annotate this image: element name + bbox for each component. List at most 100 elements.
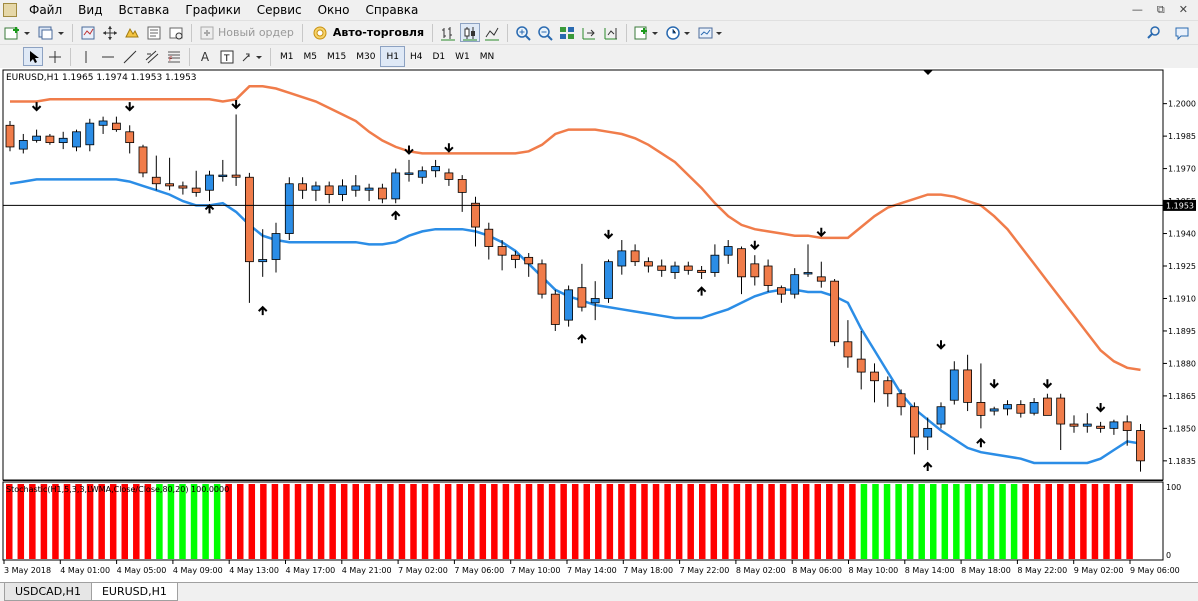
new-chart-button[interactable] bbox=[1, 23, 33, 42]
timeframe-d1-button[interactable]: D1 bbox=[427, 47, 450, 66]
stochastic-bar bbox=[814, 484, 821, 559]
menu-help[interactable]: Справка bbox=[358, 0, 427, 20]
search-icon[interactable] bbox=[1146, 25, 1162, 41]
crosshair-icon[interactable] bbox=[45, 47, 65, 66]
candle-body bbox=[590, 298, 600, 304]
timeframe-h4-button[interactable]: H4 bbox=[405, 47, 428, 66]
stochastic-bar bbox=[444, 484, 452, 559]
candle-body bbox=[1082, 423, 1092, 427]
autoscroll-icon[interactable] bbox=[579, 23, 599, 42]
toolbar-separator bbox=[270, 47, 271, 66]
current-price-text: 1.1953 bbox=[1166, 201, 1194, 210]
candle-body bbox=[803, 272, 813, 275]
candle-body bbox=[364, 187, 374, 191]
indicators-icon[interactable] bbox=[632, 23, 662, 42]
tab-usdcad[interactable]: USDCAD,H1 bbox=[4, 583, 92, 601]
text-icon[interactable]: A bbox=[195, 47, 215, 66]
timeframe-w1-button[interactable]: W1 bbox=[450, 47, 475, 66]
candle-body bbox=[85, 122, 95, 146]
line-studies-toolbar: F A T M1 M5 M15 M30 H1 H4 D1 W1 MN bbox=[0, 44, 1198, 68]
stochastic-bar bbox=[352, 484, 359, 559]
candle-body bbox=[45, 135, 55, 144]
tile-windows-icon[interactable] bbox=[557, 23, 577, 42]
channel-icon[interactable] bbox=[142, 47, 162, 66]
fibonacci-icon[interactable]: F bbox=[164, 47, 184, 66]
chart-window[interactable]: 1.20001.19851.19701.19551.19401.19251.19… bbox=[0, 68, 1198, 582]
stochastic-bar bbox=[317, 484, 325, 559]
candle-body bbox=[377, 187, 387, 200]
candlestick-chart-icon[interactable] bbox=[460, 23, 481, 42]
trendline-icon[interactable] bbox=[120, 47, 140, 66]
candle-body bbox=[537, 263, 547, 295]
navigator-icon[interactable] bbox=[122, 23, 142, 42]
candle-body bbox=[830, 280, 839, 343]
line-chart-icon[interactable] bbox=[482, 23, 502, 42]
arrows-icon[interactable] bbox=[239, 47, 265, 66]
timeframe-h1-button[interactable]: H1 bbox=[380, 46, 405, 67]
restore-icon[interactable]: ⧉ bbox=[1157, 3, 1165, 17]
timeframe-m5-button[interactable]: M5 bbox=[299, 47, 323, 66]
toolbar-grip bbox=[1, 47, 21, 66]
chart-shift-icon[interactable] bbox=[601, 23, 621, 42]
stochastic-bar bbox=[75, 484, 82, 559]
price-chart[interactable]: 1.20001.19851.19701.19551.19401.19251.19… bbox=[0, 68, 1198, 582]
stochastic-bar bbox=[606, 484, 614, 559]
cursor-icon[interactable] bbox=[23, 47, 43, 66]
stochastic-bar bbox=[167, 484, 175, 559]
text-label-icon[interactable]: T bbox=[217, 47, 237, 66]
toolbar-separator bbox=[507, 23, 509, 42]
timeframe-m15-button[interactable]: M15 bbox=[322, 47, 351, 66]
stochastic-bar bbox=[1114, 484, 1122, 559]
close-icon[interactable]: ✕ bbox=[1179, 3, 1188, 17]
zoom-out-icon[interactable] bbox=[535, 23, 555, 42]
horizontal-line-icon[interactable] bbox=[98, 47, 118, 66]
timeframe-m30-button[interactable]: M30 bbox=[351, 47, 380, 66]
candle-body bbox=[138, 146, 148, 174]
tab-eurusd[interactable]: EURUSD,H1 bbox=[90, 583, 178, 601]
strategy-tester-icon[interactable] bbox=[166, 23, 186, 42]
candle-body bbox=[790, 274, 800, 295]
profiles-button[interactable] bbox=[35, 23, 67, 42]
menu-window[interactable]: Окно bbox=[310, 0, 358, 20]
market-watch-icon[interactable] bbox=[78, 23, 98, 42]
stochastic-bar bbox=[190, 484, 198, 559]
stochastic-bar bbox=[17, 484, 25, 559]
timeframe-m1-button[interactable]: M1 bbox=[275, 47, 299, 66]
menu-insert[interactable]: Вставка bbox=[110, 0, 177, 20]
stochastic-bar bbox=[560, 484, 567, 559]
vertical-line-icon[interactable] bbox=[76, 47, 96, 66]
crosshair-move-icon[interactable] bbox=[100, 23, 120, 42]
candle-body bbox=[1029, 401, 1039, 414]
candle-body bbox=[657, 265, 667, 271]
indicator-tick-100: 100 bbox=[1166, 483, 1181, 492]
terminal-icon[interactable] bbox=[144, 23, 164, 42]
stochastic-bar bbox=[306, 484, 313, 559]
autotrading-button[interactable]: Авто-торговля bbox=[307, 23, 428, 42]
candle-body bbox=[32, 135, 41, 141]
stochastic-bar bbox=[456, 484, 463, 559]
menu-view[interactable]: Вид bbox=[70, 0, 110, 20]
periods-icon[interactable] bbox=[664, 23, 694, 42]
stochastic-bar bbox=[86, 484, 94, 559]
time-tick-label: 8 May 02:00 bbox=[736, 566, 786, 575]
new-order-button[interactable]: Новый ордер bbox=[196, 23, 298, 42]
templates-icon[interactable] bbox=[696, 23, 726, 42]
timeframe-mn-button[interactable]: MN bbox=[475, 47, 500, 66]
stochastic-bar bbox=[260, 484, 267, 559]
candle-body bbox=[497, 246, 507, 256]
autotrading-label: Авто-торговля bbox=[332, 26, 425, 39]
chat-icon[interactable] bbox=[1174, 25, 1190, 41]
stochastic-bar bbox=[779, 484, 787, 559]
menu-charts[interactable]: Графики bbox=[177, 0, 248, 20]
candle-body bbox=[856, 358, 866, 373]
stochastic-bar bbox=[791, 484, 798, 559]
zoom-in-icon[interactable] bbox=[513, 23, 533, 42]
bar-chart-icon[interactable] bbox=[438, 23, 458, 42]
standard-toolbar: Новый ордер Авто-торговля bbox=[0, 20, 1198, 44]
minimize-icon[interactable]: — bbox=[1132, 3, 1143, 17]
time-tick-label: 4 May 09:00 bbox=[173, 566, 223, 575]
menu-file[interactable]: Файл bbox=[21, 0, 70, 20]
menu-tools[interactable]: Сервис bbox=[249, 0, 310, 20]
stochastic-bar bbox=[641, 484, 648, 559]
price-tick-label: 1.2000 bbox=[1168, 100, 1196, 109]
